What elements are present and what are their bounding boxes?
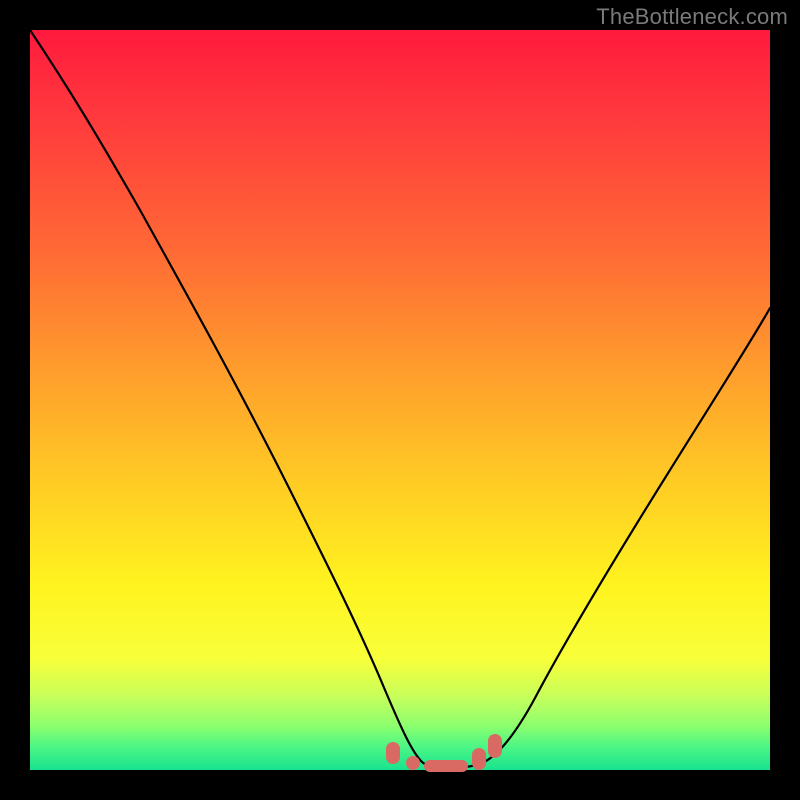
chart-frame: TheBottleneck.com [0, 0, 800, 800]
curve-path [30, 30, 770, 768]
valley-bumps [386, 734, 502, 772]
bottleneck-curve [30, 30, 770, 770]
watermark-text: TheBottleneck.com [596, 4, 788, 30]
plot-area [30, 30, 770, 770]
